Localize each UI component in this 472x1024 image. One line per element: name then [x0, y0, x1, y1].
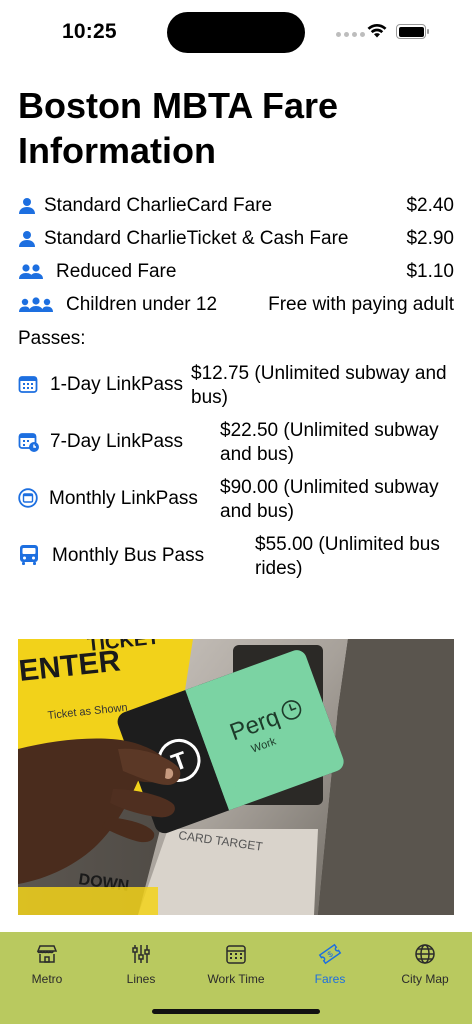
calendar-circle-icon — [18, 488, 38, 514]
pass-price: $12.75 (Unlimited subway and bus) — [191, 363, 447, 408]
person-icon — [18, 230, 44, 248]
pass-label: Monthly LinkPass — [49, 488, 198, 509]
fare-row-reduced: Reduced Fare $1.10 — [18, 258, 454, 286]
person-icon — [18, 197, 44, 215]
pass-price: $90.00 (Unlimited subway and bus) — [220, 477, 439, 522]
battery-icon — [396, 24, 429, 39]
ticket-icon: $ — [318, 943, 342, 965]
pass-row-monthly: Monthly LinkPass $90.00 (Unlimited subwa… — [18, 476, 458, 524]
page-title: Boston MBTA Fare Information — [18, 85, 338, 171]
fare-machine-photo: ENTER TICKET Ticket as Shown CARD TARGET… — [18, 639, 454, 915]
pass-row-1-day: 1-Day LinkPass $12.75 (Unlimited subway … — [18, 362, 458, 410]
fare-price: $1.10 — [406, 261, 454, 282]
tab-label: Work Time — [207, 972, 265, 986]
signal-icon — [336, 32, 365, 37]
fare-label: Standard CharlieTicket & Cash Fare — [44, 228, 349, 249]
calendar-clock-icon — [18, 431, 40, 459]
wifi-icon — [367, 23, 387, 38]
globe-icon — [415, 944, 435, 964]
fare-price: $2.40 — [406, 195, 454, 216]
calendar-icon — [18, 374, 38, 400]
fare-label: Children under 12 — [66, 294, 218, 315]
pass-label: 1-Day LinkPass — [50, 374, 184, 395]
tab-lines[interactable]: Lines — [94, 942, 188, 986]
tab-label: City Map — [401, 972, 449, 986]
tab-metro[interactable]: Metro — [0, 942, 94, 986]
passes-heading: Passes: — [18, 328, 86, 349]
tab-fares[interactable]: $ Fares — [283, 942, 377, 986]
tab-label: Fares — [314, 972, 346, 986]
pass-row-bus: Monthly Bus Pass $55.00 (Unlimited bus r… — [18, 533, 458, 581]
two-people-icon — [18, 263, 56, 281]
home-indicator[interactable] — [152, 1009, 320, 1014]
pass-label: 7-Day LinkPass — [50, 431, 184, 452]
tab-label: Metro — [31, 972, 63, 986]
pass-price: $55.00 (Unlimited bus rides) — [255, 534, 440, 579]
fare-row-standard-charlieticket: Standard CharlieTicket & Cash Fare $2.90 — [18, 225, 454, 253]
fare-price: $2.90 — [406, 228, 454, 249]
fare-row-standard-charliecard: Standard CharlieCard Fare $2.40 — [18, 192, 454, 220]
calendar-icon — [226, 945, 246, 964]
dynamic-island — [167, 12, 305, 53]
fare-row-children: Children under 12 Free with paying adult — [18, 291, 454, 319]
tab-label: Lines — [126, 972, 156, 986]
sliders-icon — [132, 945, 150, 963]
pass-label: Monthly Bus Pass — [52, 545, 205, 566]
storefront-icon — [36, 945, 58, 963]
tab-city-map[interactable]: City Map — [378, 942, 472, 986]
pass-price: $22.50 (Unlimited subway and bus) — [220, 420, 439, 465]
bus-icon — [18, 544, 40, 572]
fare-label: Standard CharlieCard Fare — [44, 195, 273, 216]
status-bar: 10:25 — [0, 0, 472, 64]
pass-row-7-day: 7-Day LinkPass $22.50 (Unlimited subway … — [18, 419, 458, 467]
fare-price: Free with paying adult — [268, 294, 454, 315]
tab-work-time[interactable]: Work Time — [189, 942, 283, 986]
status-time: 10:25 — [62, 20, 117, 43]
fare-label: Reduced Fare — [56, 261, 177, 282]
three-people-icon — [18, 296, 66, 314]
